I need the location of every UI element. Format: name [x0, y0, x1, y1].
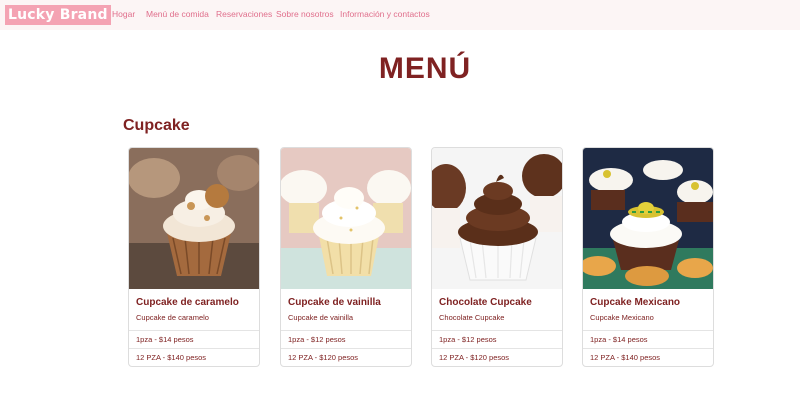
product-card-mexicano[interactable]: Cupcake Mexicano Cupcake Mexicano 1pza -…	[582, 147, 714, 367]
cupcake-mexicano-image	[583, 148, 713, 289]
price-single: 1pza - $14 pesos	[583, 330, 713, 348]
product-card-chocolate[interactable]: Chocolate Cupcake Chocolate Cupcake 1pza…	[431, 147, 563, 367]
price-dozen: 12 PZA - $140 pesos	[129, 348, 259, 366]
page-title: MENÚ	[378, 52, 472, 85]
card-title: Cupcake de vainilla	[288, 297, 381, 308]
card-title: Cupcake Mexicano	[590, 297, 681, 308]
price-single: 1pza - $12 pesos	[432, 330, 562, 348]
cupcake-chocolate-image	[432, 148, 562, 289]
card-subtitle: Chocolate Cupcake	[439, 313, 505, 322]
price-single: 1pza - $14 pesos	[129, 330, 259, 348]
price-dozen: 12 PZA - $120 pesos	[432, 348, 562, 366]
price-dozen: 12 PZA - $120 pesos	[281, 348, 411, 366]
nav-link-hogar[interactable]: Hogar	[112, 9, 135, 19]
cupcake-caramelo-image	[129, 148, 259, 289]
card-title: Chocolate Cupcake	[439, 297, 532, 308]
navbar: Lucky Brand Hogar Menú de comida Reserva…	[0, 0, 800, 30]
price-single: 1pza - $12 pesos	[281, 330, 411, 348]
product-card-caramelo[interactable]: Cupcake de caramelo Cupcake de caramelo …	[128, 147, 260, 367]
nav-link-menu[interactable]: Menú de comida	[146, 9, 209, 19]
brand-logo[interactable]: Lucky Brand	[5, 5, 111, 25]
nav-link-reservaciones[interactable]: Reservaciones	[216, 9, 272, 19]
card-subtitle: Cupcake de vainilla	[288, 313, 354, 322]
nav-link-contactos[interactable]: Información y contactos	[340, 9, 430, 19]
card-title: Cupcake de caramelo	[136, 297, 239, 308]
card-subtitle: Cupcake Mexicano	[590, 313, 654, 322]
nav-link-sobre-nosotros[interactable]: Sobre nosotros	[276, 9, 334, 19]
card-subtitle: Cupcake de caramelo	[136, 313, 209, 322]
product-card-vainilla[interactable]: Cupcake de vainilla Cupcake de vainilla …	[280, 147, 412, 367]
price-dozen: 12 PZA - $140 pesos	[583, 348, 713, 366]
cupcake-vainilla-image	[281, 148, 411, 289]
section-title: Cupcake	[123, 117, 190, 134]
